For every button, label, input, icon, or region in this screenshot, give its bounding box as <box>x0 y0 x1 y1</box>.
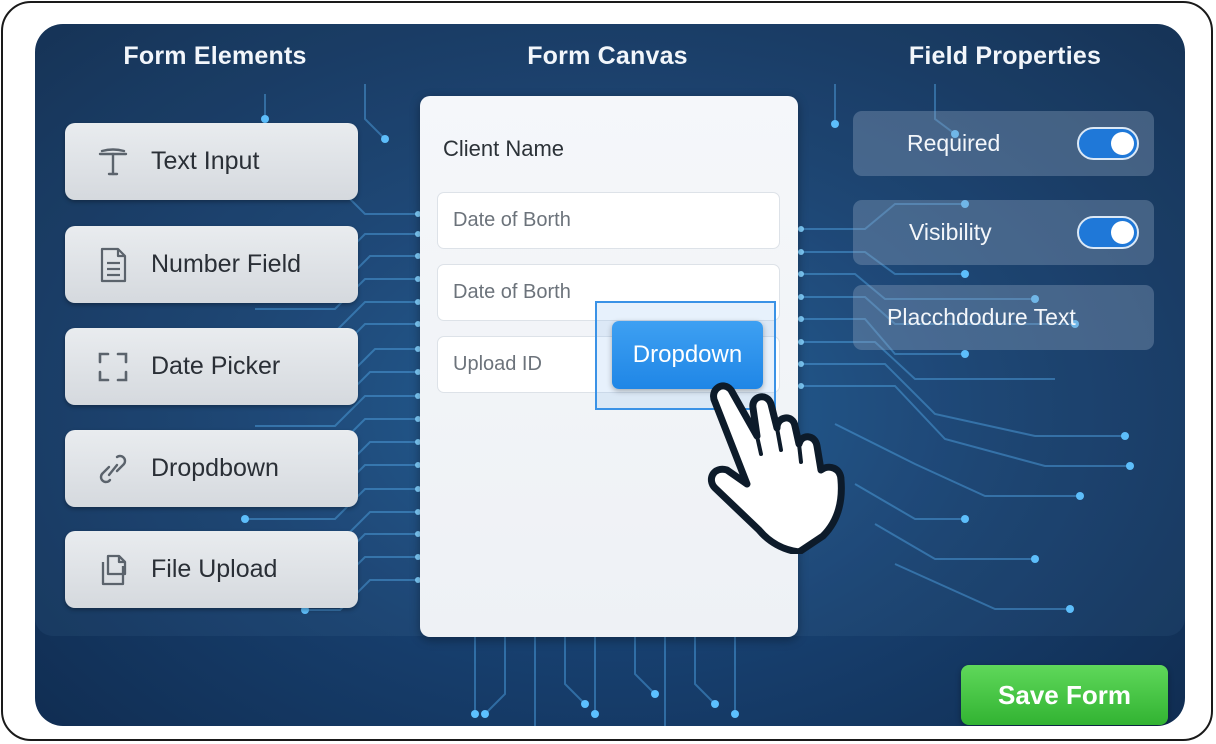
field-properties-title: Field Properties <box>908 42 1102 70</box>
toggle-knob <box>1111 132 1134 155</box>
field-placeholder: Date of Borth <box>453 209 571 231</box>
element-label: Date Picker <box>151 352 281 380</box>
required-label: Required <box>907 130 1001 156</box>
app-screen: Form Elements Form Canvas Field Properti… <box>35 24 1185 726</box>
field-placeholder: Date of Borth <box>453 281 571 303</box>
element-number-field[interactable]: Number Field <box>65 226 358 303</box>
hand-cursor-icon <box>708 382 845 554</box>
date-of-birth-field[interactable]: Date of Borth <box>437 192 780 249</box>
document-icon <box>93 245 133 285</box>
file-upload-icon <box>93 550 133 590</box>
date-picker-icon <box>93 347 133 387</box>
element-dropdown[interactable]: Dropdbown <box>65 430 358 507</box>
form-canvas-title: Form Canvas <box>527 42 688 70</box>
element-text-input[interactable]: Text Input <box>65 123 358 200</box>
required-row: Required <box>853 111 1154 176</box>
visibility-label: Visibility <box>909 219 992 245</box>
form-elements-title: Form Elements <box>123 42 307 70</box>
element-label: Text Input <box>151 147 260 175</box>
element-label: Number Field <box>151 250 302 278</box>
required-toggle[interactable] <box>1077 127 1139 160</box>
client-name-label: Client Name <box>443 136 565 161</box>
device-frame: Form Elements Form Canvas Field Properti… <box>1 1 1213 741</box>
text-input-icon <box>93 142 133 182</box>
field-placeholder: Upload ID <box>453 353 542 375</box>
visibility-row: Visibility <box>853 200 1154 265</box>
toggle-knob <box>1111 221 1134 244</box>
element-label: File Upload <box>151 555 278 583</box>
element-label: Dropdbown <box>151 454 279 482</box>
element-file-upload[interactable]: File Upload <box>65 531 358 608</box>
placeholder-text-label: Placchdodure Text <box>887 304 1076 330</box>
save-form-button[interactable]: Save Form <box>961 665 1168 725</box>
element-date-picker[interactable]: Date Picker <box>65 328 358 405</box>
placeholder-text-row[interactable]: Placchdodure Text <box>853 285 1154 350</box>
visibility-toggle[interactable] <box>1077 216 1139 249</box>
link-icon <box>93 449 133 489</box>
